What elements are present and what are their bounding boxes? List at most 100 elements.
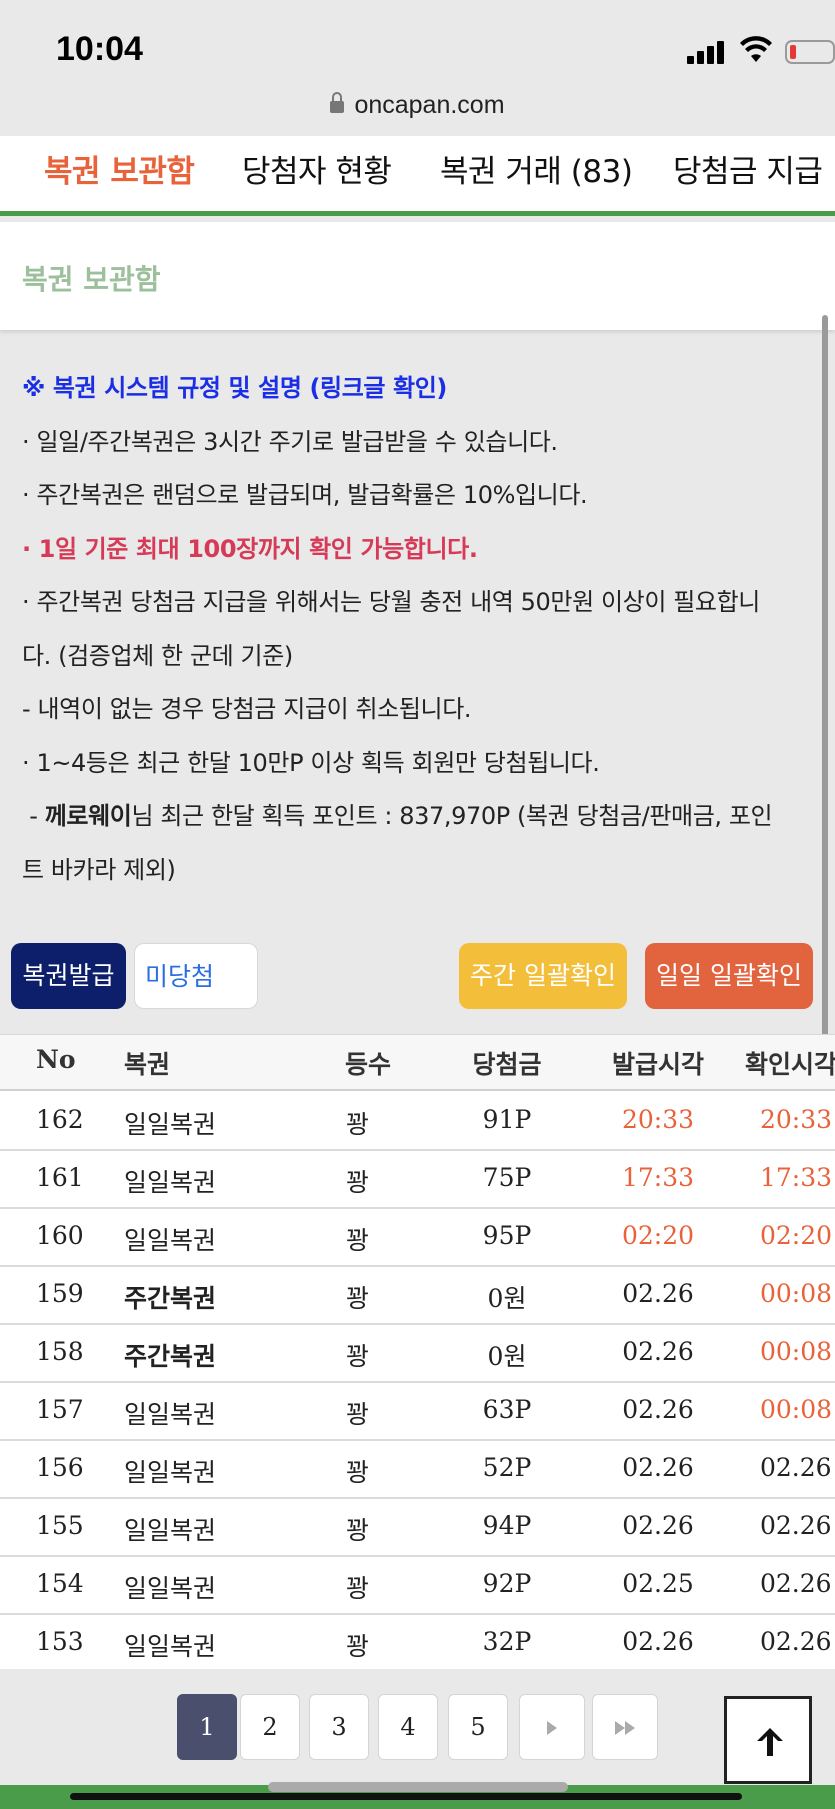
weekly-check-all-button[interactable]: 주간 일괄확인 <box>459 943 627 1009</box>
header-checked-time: 확인시각 <box>745 1050 835 1079</box>
cell-checked-time: 17:33 <box>760 1163 833 1192</box>
cell-rank: 꽝 <box>346 1632 370 1661</box>
status-bar: 10:04 <box>0 0 835 92</box>
next-page-button[interactable] <box>519 1694 585 1760</box>
page-4-button[interactable]: 4 <box>378 1694 438 1760</box>
notice-heading-link[interactable]: ※ 복권 시스템 규정 및 설명 (링크글 확인) <box>22 362 812 416</box>
user-name: 께로웨이 <box>44 802 132 830</box>
tab-nav: 복권 보관함 당첨자 현황 복권 거래 (83) 당첨금 지급 <box>0 136 835 216</box>
table-row[interactable]: 158 주간복권 꽝 0원 02.26 00:08 <box>0 1325 835 1383</box>
horizontal-scrollbar[interactable] <box>268 1782 568 1792</box>
cell-rank: 꽝 <box>346 1168 370 1197</box>
tab-winners[interactable]: 당첨자 현황 <box>242 146 392 191</box>
cell-lottery: 주간복권 <box>124 1342 217 1371</box>
notice-line: · 주간복권 당첨금 지급을 위해서는 당월 충전 내역 50만원 이상이 필요… <box>22 588 760 616</box>
table-row[interactable]: 162 일일복권 꽝 91P 20:33 20:33 <box>0 1093 835 1151</box>
notice-line: 트 바카라 제외) <box>22 855 176 884</box>
tab-trade[interactable]: 복권 거래 (83) <box>440 146 633 191</box>
cell-no: 162 <box>36 1105 84 1134</box>
lock-icon <box>330 92 345 114</box>
cell-lottery: 일일복권 <box>124 1632 217 1661</box>
cell-issued-time: 02.26 <box>622 1627 694 1656</box>
lottery-table: No 복권 등수 당첨금 발급시각 확인시각 162 일일복권 꽝 91P 20:33 2… <box>0 1034 835 1669</box>
table-row[interactable]: 160 일일복권 꽝 95P 02:20 02:20 <box>0 1209 835 1267</box>
cell-no: 156 <box>36 1453 84 1482</box>
cell-issued-time: 02.26 <box>622 1395 694 1424</box>
section-header: 복권 보관함 <box>0 222 835 330</box>
unwon-filter-button[interactable]: 미당첨 <box>134 943 258 1009</box>
cell-rank: 꽝 <box>346 1458 370 1487</box>
cell-no: 157 <box>36 1395 84 1424</box>
tab-lottery-storage[interactable]: 복권 보관함 <box>44 146 195 191</box>
page-3-button[interactable]: 3 <box>309 1694 369 1760</box>
cell-no: 155 <box>36 1511 84 1540</box>
cell-rank: 꽝 <box>346 1400 370 1429</box>
status-icons <box>635 36 835 66</box>
cell-rank: 꽝 <box>346 1226 370 1255</box>
url-text: oncapan.com <box>354 91 505 119</box>
table-row[interactable]: 159 주간복권 꽝 0원 02.26 00:08 <box>0 1267 835 1325</box>
header-rank: 등수 <box>345 1050 392 1079</box>
cell-prize: 0원 <box>487 1342 527 1371</box>
cell-lottery: 일일복권 <box>124 1458 217 1487</box>
cell-lottery: 주간복권 <box>124 1284 217 1313</box>
cell-checked-time: 02:20 <box>760 1221 833 1250</box>
home-indicator[interactable] <box>70 1793 742 1800</box>
cell-rank: 꽝 <box>346 1110 370 1139</box>
tab-payout[interactable]: 당첨금 지급 <box>673 146 823 191</box>
cell-checked-time: 02.26 <box>760 1453 832 1482</box>
cell-no: 153 <box>36 1627 84 1656</box>
cell-prize: 92P <box>482 1569 532 1598</box>
table-row[interactable]: 154 일일복권 꽝 92P 02.25 02.26 <box>0 1557 835 1615</box>
page-5-button[interactable]: 5 <box>448 1694 508 1760</box>
table-row[interactable]: 153 일일복권 꽝 32P 02.26 02.26 <box>0 1615 835 1669</box>
notice-line-highlight: · 1일 기준 최대 100장까지 확인 가능합니다. <box>22 534 478 563</box>
user-points-text: 님 최근 한달 획득 포인트 : 837,970P (복권 당첨금/판매금, 포… <box>131 802 773 830</box>
next-arrow-icon <box>547 1721 557 1735</box>
url-bar[interactable]: oncapan.com <box>0 92 835 136</box>
cell-no: 158 <box>36 1337 84 1366</box>
cell-prize: 32P <box>482 1627 532 1656</box>
cell-issued-time: 02.26 <box>622 1453 694 1482</box>
cell-checked-time: 02.26 <box>760 1569 832 1598</box>
tab-trade-label: 복권 거래 (83) <box>440 154 633 190</box>
cell-lottery: 일일복권 <box>124 1400 217 1429</box>
table-row[interactable]: 155 일일복권 꽝 94P 02.26 02.26 <box>0 1499 835 1557</box>
cell-rank: 꽝 <box>346 1574 370 1603</box>
cell-issued-time: 17:33 <box>621 1163 695 1192</box>
scroll-to-top-button[interactable] <box>724 1696 812 1784</box>
wifi-icon <box>740 36 772 62</box>
section-title: 복권 보관함 <box>22 263 161 296</box>
cell-issued-time: 02.26 <box>622 1511 694 1540</box>
cell-issued-time: 02.26 <box>622 1279 694 1308</box>
cell-checked-time: 20:33 <box>760 1105 833 1134</box>
cell-rank: 꽝 <box>346 1342 370 1371</box>
last-page-button[interactable] <box>592 1694 658 1760</box>
table-row[interactable]: 156 일일복권 꽝 52P 02.26 02.26 <box>0 1441 835 1499</box>
page-1-button[interactable]: 1 <box>177 1694 237 1760</box>
cell-issued-time: 02.26 <box>622 1337 694 1366</box>
cell-prize: 94P <box>482 1511 532 1540</box>
cell-no: 160 <box>36 1221 84 1250</box>
cell-lottery: 일일복권 <box>124 1574 217 1603</box>
table-row[interactable]: 157 일일복권 꽝 63P 02.26 00:08 <box>0 1383 835 1441</box>
last-arrow-icon <box>625 1721 635 1735</box>
table-row[interactable]: 161 일일복권 꽝 75P 17:33 17:33 <box>0 1151 835 1209</box>
header-no: No <box>36 1045 76 1074</box>
cell-prize: 0원 <box>487 1284 527 1313</box>
battery-icon <box>785 40 835 64</box>
notice-box: ※ 복권 시스템 규정 및 설명 (링크글 확인) · 일일/주간복권은 3시간… <box>22 362 812 897</box>
issue-lottery-button[interactable]: 복권발급 <box>11 943 126 1009</box>
daily-check-all-button[interactable]: 일일 일괄확인 <box>645 943 813 1009</box>
cell-no: 159 <box>36 1279 84 1308</box>
cell-checked-time: 00:08 <box>760 1395 833 1424</box>
header-prize: 당첨금 <box>472 1050 542 1079</box>
page-2-button[interactable]: 2 <box>240 1694 300 1760</box>
last-arrow-icon <box>615 1721 625 1735</box>
cell-no: 161 <box>36 1163 84 1192</box>
cell-issued-time: 02:20 <box>621 1221 695 1250</box>
cell-checked-time: 02.26 <box>760 1511 832 1540</box>
cell-rank: 꽝 <box>346 1516 370 1545</box>
notice-line: · 주간복권은 랜덤으로 발급되며, 발급확률은 10%입니다. <box>22 481 588 509</box>
cell-lottery: 일일복권 <box>124 1168 217 1197</box>
